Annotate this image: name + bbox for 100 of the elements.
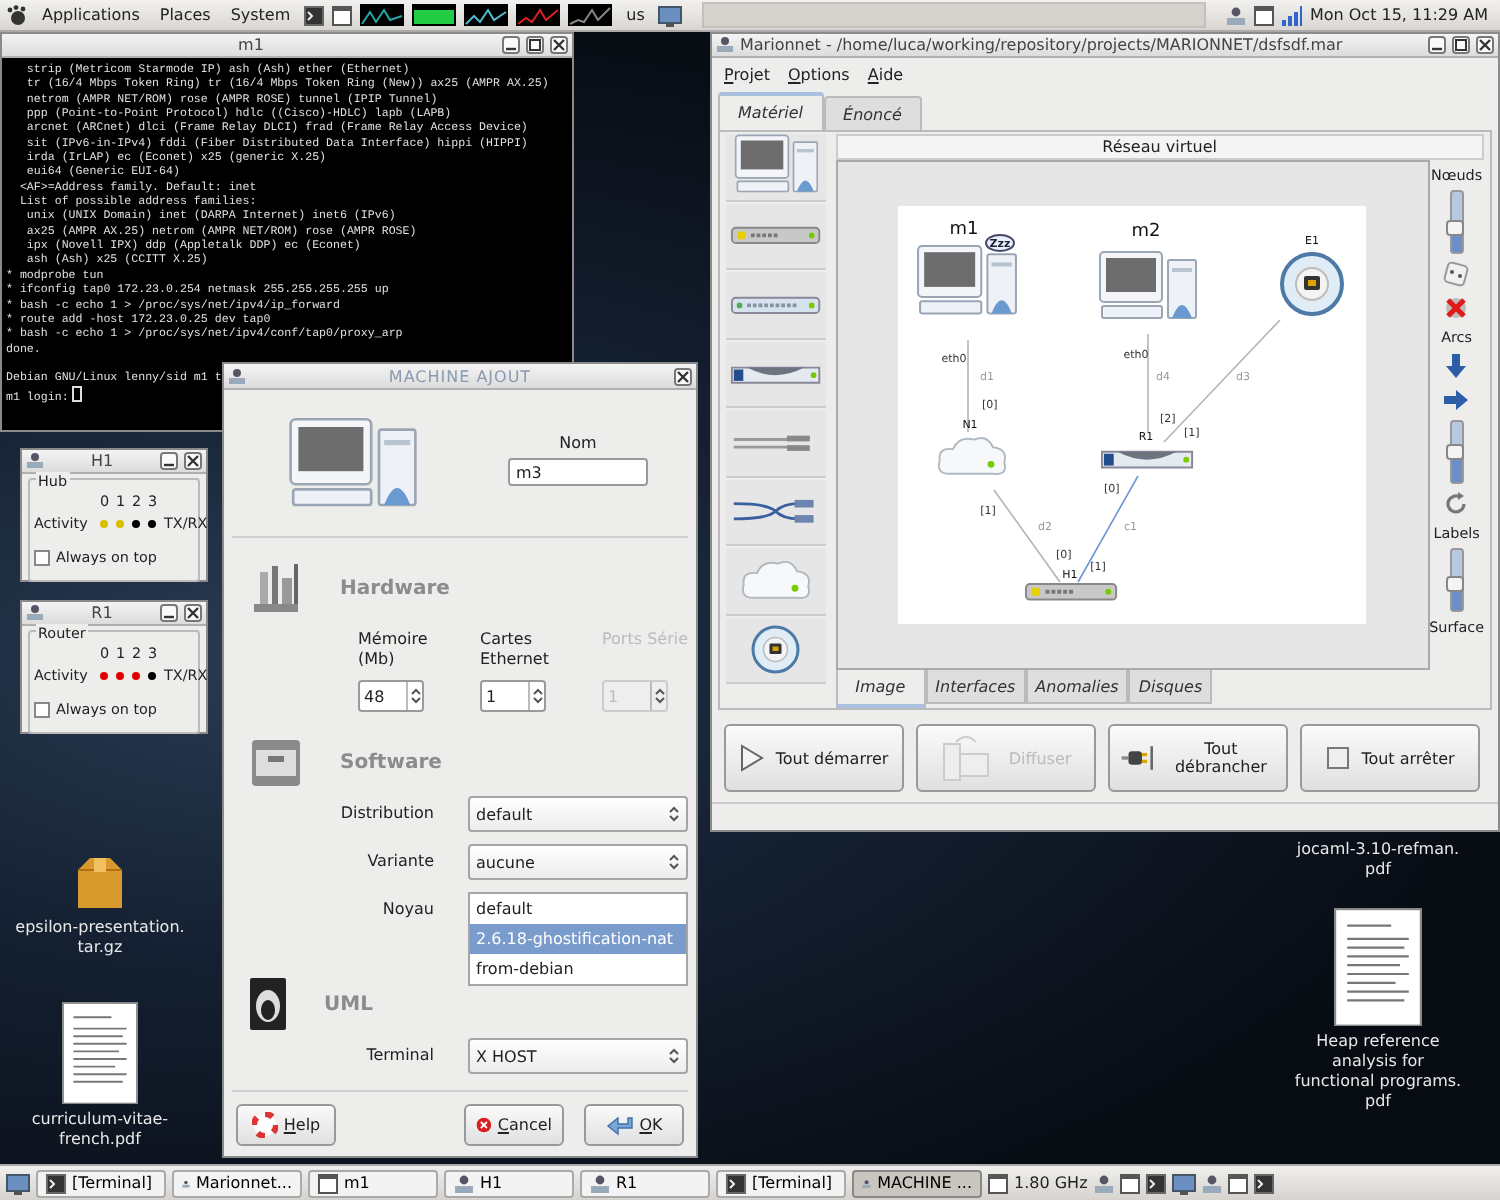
router-node[interactable]	[1101, 450, 1194, 469]
tray-icon[interactable]	[1093, 1173, 1114, 1193]
menu-item[interactable]: Aide	[867, 66, 904, 84]
minimize-button[interactable]	[502, 36, 520, 54]
tool-button[interactable]	[726, 617, 826, 684]
taskbar-button[interactable]: Marionnet...	[172, 1169, 302, 1197]
maximize-button[interactable]	[526, 36, 544, 54]
minimize-button[interactable]	[1428, 36, 1446, 54]
file-name[interactable]: epsilon-presentation. tar.gz	[15, 918, 185, 958]
down-arrow-icon[interactable]	[1442, 352, 1471, 380]
delete-icon[interactable]	[1442, 294, 1471, 322]
close-button[interactable]	[184, 604, 202, 622]
clock[interactable]: Mon Oct 15, 11:29 AM	[1309, 6, 1494, 24]
signal-icon[interactable]	[1281, 5, 1302, 25]
hub-node[interactable]	[1025, 582, 1118, 601]
tool-button[interactable]	[726, 134, 826, 201]
cable-line[interactable]	[1077, 475, 1139, 583]
file-name[interactable]: Heap reference analysis for functional programs. pdf	[1294, 1032, 1462, 1113]
close-button[interactable]	[674, 367, 692, 385]
tray-icon[interactable]	[1201, 1173, 1222, 1193]
checkbox[interactable]	[34, 701, 50, 717]
minimize-button[interactable]	[160, 604, 178, 622]
spin-field[interactable]: 48	[358, 680, 424, 712]
lifebuoy-icon	[251, 1112, 278, 1138]
dropdown[interactable]: aucune	[468, 844, 688, 880]
keyboard-layout-indicator[interactable]: us	[620, 6, 651, 24]
cable-line[interactable]	[1147, 333, 1149, 433]
tray-icon[interactable]	[1253, 1173, 1274, 1193]
taskbar-button[interactable]: [Terminal]	[716, 1169, 846, 1197]
slider-handle[interactable]	[1445, 575, 1464, 591]
menu-item[interactable]: Applications	[36, 6, 146, 24]
tool-button[interactable]	[726, 272, 826, 339]
action-button[interactable]: Tout débrancher	[1108, 724, 1288, 792]
action-button[interactable]: Tout arrêter	[1300, 724, 1480, 792]
menu-item[interactable]: Places	[153, 6, 217, 24]
list-option[interactable]: from-debian	[470, 954, 686, 984]
slider-track[interactable]	[1449, 420, 1464, 484]
tray-icon[interactable]	[1145, 1173, 1166, 1193]
list-option[interactable]: default	[470, 894, 686, 924]
taskbar-button[interactable]: MACHINE ...	[852, 1169, 982, 1197]
socket-node[interactable]	[1280, 252, 1345, 316]
tab[interactable]: Disques	[1128, 670, 1213, 704]
tray-icon[interactable]	[988, 1173, 1008, 1193]
dropdown[interactable]: default	[468, 796, 688, 832]
document-icon[interactable]	[62, 1002, 138, 1105]
tool-button[interactable]	[726, 203, 826, 270]
workspace-switcher-icon[interactable]	[658, 3, 683, 27]
minimize-button[interactable]	[160, 452, 178, 470]
taskbar-button[interactable]: H1	[444, 1169, 574, 1197]
tool-button[interactable]	[726, 410, 826, 477]
dice-icon[interactable]	[1442, 260, 1471, 288]
tab[interactable]: Image	[835, 670, 926, 708]
taskbar-button[interactable]: [Terminal]	[36, 1169, 166, 1197]
gnome-foot-icon[interactable]	[6, 4, 28, 26]
slider-handle[interactable]	[1445, 220, 1464, 236]
launcher-icon[interactable]	[332, 5, 353, 25]
terminal-launcher-icon[interactable]	[304, 5, 325, 25]
cancel-button[interactable]: Cancel	[464, 1104, 564, 1146]
cloud-node[interactable]	[938, 436, 1007, 475]
document-icon[interactable]	[1334, 908, 1422, 1027]
show-desktop-icon[interactable]	[6, 1171, 30, 1195]
rotate-icon[interactable]	[1442, 490, 1471, 518]
tab[interactable]: Interfaces	[925, 670, 1026, 704]
tab[interactable]: Énoncé	[823, 96, 922, 130]
tray-icon[interactable]	[1171, 1171, 1196, 1195]
menu-item[interactable]: System	[224, 6, 297, 24]
name-field[interactable]: m3	[508, 458, 648, 486]
window-icon	[318, 1173, 338, 1193]
file-name[interactable]: jocaml-3.10-refman. pdf	[1296, 840, 1460, 880]
taskbar-button[interactable]: m1	[308, 1169, 438, 1197]
tray-icon[interactable]	[1227, 1173, 1248, 1193]
archive-icon[interactable]	[72, 852, 128, 912]
computer-node[interactable]	[1099, 251, 1198, 319]
help-button[interactable]: Help	[236, 1104, 336, 1146]
menu-item[interactable]: Projet	[724, 66, 770, 84]
tool-button[interactable]	[726, 479, 826, 546]
slider-track[interactable]	[1449, 548, 1464, 612]
menu-item[interactable]: Options	[787, 66, 850, 84]
close-button[interactable]	[184, 452, 202, 470]
tab[interactable]: Anomalies	[1025, 670, 1129, 704]
computer-node[interactable]	[917, 245, 1018, 315]
tray-icon[interactable]	[1225, 5, 1246, 25]
maximize-button[interactable]	[1452, 36, 1470, 54]
right-arrow-icon[interactable]	[1442, 386, 1471, 414]
ok-button[interactable]: OK	[584, 1104, 684, 1146]
spin-field[interactable]: 1	[480, 680, 546, 712]
checkbox[interactable]	[34, 549, 50, 565]
close-button[interactable]	[1476, 36, 1494, 54]
tray-icon[interactable]	[1119, 1173, 1140, 1193]
slider-track[interactable]	[1449, 190, 1464, 254]
dropdown[interactable]: X HOST	[468, 1038, 688, 1074]
cable-line[interactable]	[967, 339, 969, 433]
file-name[interactable]: curriculum-vitae- french.pdf	[31, 1110, 169, 1151]
action-button[interactable]: Tout démarrer	[724, 724, 904, 792]
tray-icon[interactable]	[1253, 5, 1274, 25]
tab[interactable]: Matériel	[718, 92, 824, 130]
taskbar-button[interactable]: R1	[580, 1169, 710, 1197]
close-button[interactable]	[550, 36, 568, 54]
tool-button[interactable]	[726, 341, 826, 408]
slider-handle[interactable]	[1445, 444, 1464, 460]
